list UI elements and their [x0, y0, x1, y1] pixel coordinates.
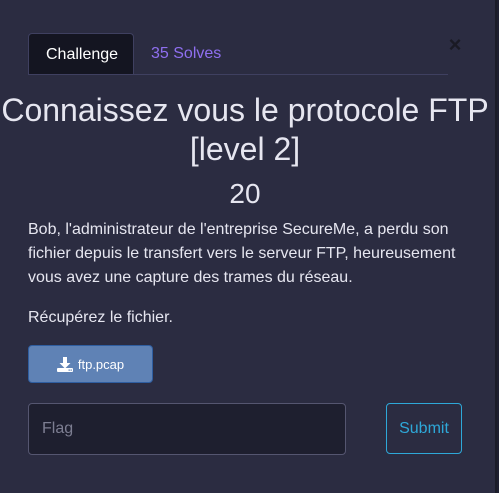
- challenge-points: 20: [229, 178, 261, 209]
- submit-button[interactable]: Submit: [386, 403, 462, 454]
- challenge-tabs: Challenge 35 Solves: [28, 33, 448, 75]
- challenge-task: Récupérez le fichier.: [28, 309, 173, 326]
- file-name: ftp.pcap: [77, 356, 125, 372]
- close-button[interactable]: ×: [445, 33, 465, 57]
- download-file-button[interactable]: ftp.pcap: [28, 345, 153, 383]
- tab-challenge[interactable]: Challenge: [28, 33, 134, 74]
- challenge-description: Bob, l'administrateur de l'entreprise Se…: [28, 221, 456, 286]
- tab-solves[interactable]: 35 Solves: [134, 33, 238, 74]
- close-icon: ×: [448, 32, 462, 57]
- flag-input[interactable]: [28, 403, 346, 455]
- challenge-title: Connaissez vous le protocole FTP [level …: [1, 92, 489, 167]
- download-icon: [56, 356, 73, 372]
- challenge-modal: × Challenge 35 Solves Connaissez vous le…: [0, 0, 497, 493]
